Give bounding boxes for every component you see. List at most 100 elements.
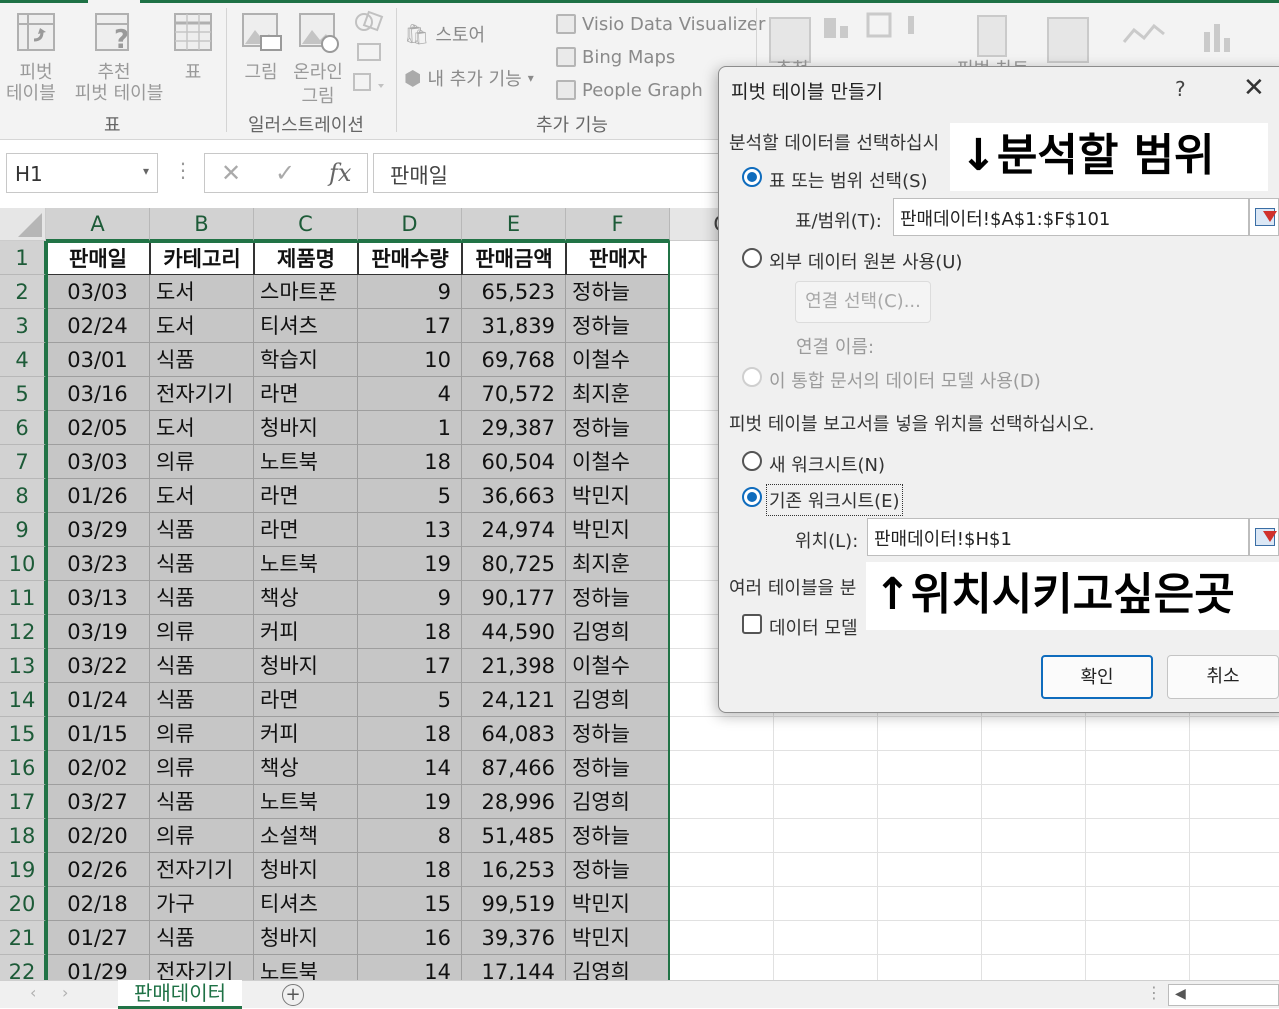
- table-cell[interactable]: 01/26: [46, 479, 150, 513]
- table-range-input[interactable]: 판매데이터!$A$1:$F$101: [893, 198, 1249, 236]
- empty-cell[interactable]: [1086, 785, 1190, 819]
- empty-cell[interactable]: [774, 853, 878, 887]
- table-cell[interactable]: 28,996: [462, 785, 566, 819]
- table-cell[interactable]: 17,144: [462, 955, 566, 980]
- table-cell[interactable]: 19: [358, 785, 462, 819]
- table-cell[interactable]: 17: [358, 309, 462, 343]
- empty-cell[interactable]: [670, 887, 774, 921]
- row-header[interactable]: 3: [0, 309, 46, 343]
- data-model-option-label[interactable]: 이 통합 문서의 데이터 모델 사용(D): [769, 367, 1041, 393]
- table-cell[interactable]: 청바지: [254, 853, 358, 887]
- table-cell[interactable]: 김영희: [566, 785, 670, 819]
- empty-cell[interactable]: [1086, 955, 1190, 980]
- bing-maps-button[interactable]: Bing Maps: [556, 43, 675, 71]
- table-cell[interactable]: 티셔츠: [254, 309, 358, 343]
- table-cell[interactable]: 5: [358, 479, 462, 513]
- table-cell[interactable]: 9: [358, 581, 462, 615]
- table-cell[interactable]: 최지훈: [566, 547, 670, 581]
- more-options-icon[interactable]: ⋮: [1146, 983, 1162, 1002]
- table-cell[interactable]: 이철수: [566, 445, 670, 479]
- collapse-dialog-button[interactable]: [1249, 198, 1279, 236]
- table-cell[interactable]: 식품: [150, 581, 254, 615]
- empty-cell[interactable]: [1190, 785, 1279, 819]
- pivot-table-button[interactable]: 피벗: [6, 10, 66, 85]
- header-cell[interactable]: 카테고리: [150, 241, 254, 275]
- table-cell[interactable]: 티셔츠: [254, 887, 358, 921]
- table-cell[interactable]: 80,725: [462, 547, 566, 581]
- table-cell[interactable]: 정하늘: [566, 717, 670, 751]
- empty-cell[interactable]: [982, 819, 1086, 853]
- new-worksheet-option-label[interactable]: 새 워크시트(N): [769, 451, 885, 477]
- table-cell[interactable]: 박민지: [566, 479, 670, 513]
- header-cell[interactable]: 판매금액: [462, 241, 566, 275]
- table-cell[interactable]: 노트북: [254, 547, 358, 581]
- empty-cell[interactable]: [774, 819, 878, 853]
- table-cell[interactable]: 18: [358, 853, 462, 887]
- row-header[interactable]: 20: [0, 887, 46, 921]
- empty-cell[interactable]: [982, 785, 1086, 819]
- tab-scroll-right-icon[interactable]: ›: [62, 983, 68, 1002]
- location-input[interactable]: 판매데이터!$H$1: [867, 518, 1249, 556]
- empty-cell[interactable]: [670, 819, 774, 853]
- empty-cell[interactable]: [1190, 853, 1279, 887]
- table-cell[interactable]: 전자기기: [150, 853, 254, 887]
- table-cell[interactable]: 03/19: [46, 615, 150, 649]
- empty-cell[interactable]: [774, 717, 878, 751]
- table-cell[interactable]: 44,590: [462, 615, 566, 649]
- name-box[interactable]: H1 ▾: [6, 153, 158, 193]
- table-cell[interactable]: 박민지: [566, 921, 670, 955]
- help-button[interactable]: ?: [1175, 77, 1186, 101]
- table-cell[interactable]: 24,121: [462, 683, 566, 717]
- table-cell[interactable]: 18: [358, 445, 462, 479]
- empty-cell[interactable]: [878, 887, 982, 921]
- table-cell[interactable]: 노트북: [254, 955, 358, 980]
- table-cell[interactable]: 13: [358, 513, 462, 547]
- empty-cell[interactable]: [878, 717, 982, 751]
- table-cell[interactable]: 최지훈: [566, 377, 670, 411]
- table-cell[interactable]: 29,387: [462, 411, 566, 445]
- empty-cell[interactable]: [774, 751, 878, 785]
- table-cell[interactable]: 60,504: [462, 445, 566, 479]
- table-cell[interactable]: 의류: [150, 615, 254, 649]
- table-cell[interactable]: 01/29: [46, 955, 150, 980]
- cancel-button[interactable]: 취소: [1167, 655, 1279, 699]
- row-header[interactable]: 6: [0, 411, 46, 445]
- empty-cell[interactable]: [1190, 819, 1279, 853]
- table-cell[interactable]: 19: [358, 547, 462, 581]
- external-source-option-label[interactable]: 외부 데이터 원본 사용(U): [769, 248, 962, 274]
- table-cell[interactable]: 학습지: [254, 343, 358, 377]
- table-cell[interactable]: 02/18: [46, 887, 150, 921]
- row-header[interactable]: 4: [0, 343, 46, 377]
- table-cell[interactable]: 라면: [254, 683, 358, 717]
- table-cell[interactable]: 김영희: [566, 683, 670, 717]
- empty-cell[interactable]: [670, 853, 774, 887]
- table-cell[interactable]: 24,974: [462, 513, 566, 547]
- table-cell[interactable]: 1: [358, 411, 462, 445]
- row-header[interactable]: 11: [0, 581, 46, 615]
- table-cell[interactable]: 커피: [254, 717, 358, 751]
- row-header[interactable]: 14: [0, 683, 46, 717]
- row-header[interactable]: 8: [0, 479, 46, 513]
- table-cell[interactable]: 99,519: [462, 887, 566, 921]
- row-header[interactable]: 19: [0, 853, 46, 887]
- table-cell[interactable]: 01/15: [46, 717, 150, 751]
- empty-cell[interactable]: [1086, 819, 1190, 853]
- table-cell[interactable]: 의류: [150, 445, 254, 479]
- empty-cell[interactable]: [1086, 853, 1190, 887]
- table-cell[interactable]: 의류: [150, 717, 254, 751]
- table-cell[interactable]: 전자기기: [150, 377, 254, 411]
- table-cell[interactable]: 박민지: [566, 513, 670, 547]
- empty-cell[interactable]: [670, 717, 774, 751]
- table-cell[interactable]: 정하늘: [566, 853, 670, 887]
- table-cell[interactable]: 책상: [254, 581, 358, 615]
- table-cell[interactable]: 전자기기: [150, 955, 254, 980]
- table-cell[interactable]: 식품: [150, 785, 254, 819]
- table-cell[interactable]: 소설책: [254, 819, 358, 853]
- table-cell[interactable]: 도서: [150, 479, 254, 513]
- table-cell[interactable]: 식품: [150, 649, 254, 683]
- existing-worksheet-option-label[interactable]: 기존 워크시트(E): [766, 484, 903, 516]
- row-header[interactable]: 2: [0, 275, 46, 309]
- data-model-radio[interactable]: [742, 367, 762, 387]
- empty-cell[interactable]: [774, 887, 878, 921]
- table-cell[interactable]: 도서: [150, 309, 254, 343]
